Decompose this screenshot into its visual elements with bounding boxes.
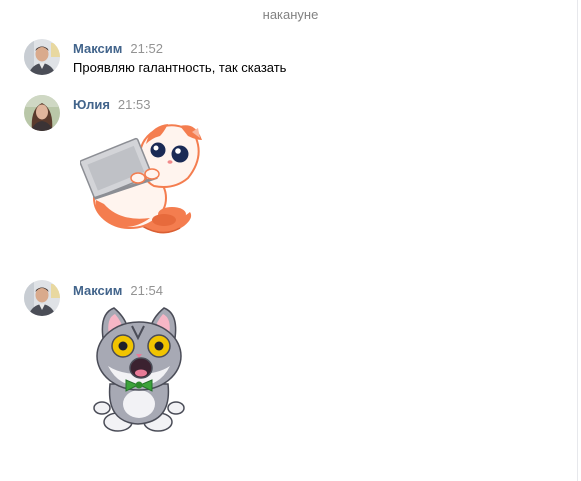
avatar-maxim[interactable] <box>24 39 60 75</box>
author-name[interactable]: Максим <box>73 283 122 298</box>
message-time[interactable]: 21:52 <box>130 41 163 56</box>
surprised-gray-cat-sticker[interactable] <box>88 304 190 439</box>
message-header: Максим 21:54 <box>73 283 163 298</box>
chat-history: накануне Максим 21:52 Проявляю галантност… <box>0 0 581 481</box>
avatar-maxim[interactable] <box>24 280 60 316</box>
message-header: Юлия 21:53 <box>73 97 150 112</box>
message-time[interactable]: 21:53 <box>118 97 151 112</box>
message-header: Максим 21:52 <box>73 41 163 56</box>
cat-with-laptop-sticker[interactable] <box>79 118 212 251</box>
message-time[interactable]: 21:54 <box>130 283 163 298</box>
avatar-yulia[interactable] <box>24 95 60 131</box>
message-text: Проявляю галантность, так сказать <box>73 60 287 75</box>
author-name[interactable]: Юлия <box>73 97 110 112</box>
author-name[interactable]: Максим <box>73 41 122 56</box>
scroll-divider <box>577 0 578 481</box>
date-divider: накануне <box>262 7 319 22</box>
